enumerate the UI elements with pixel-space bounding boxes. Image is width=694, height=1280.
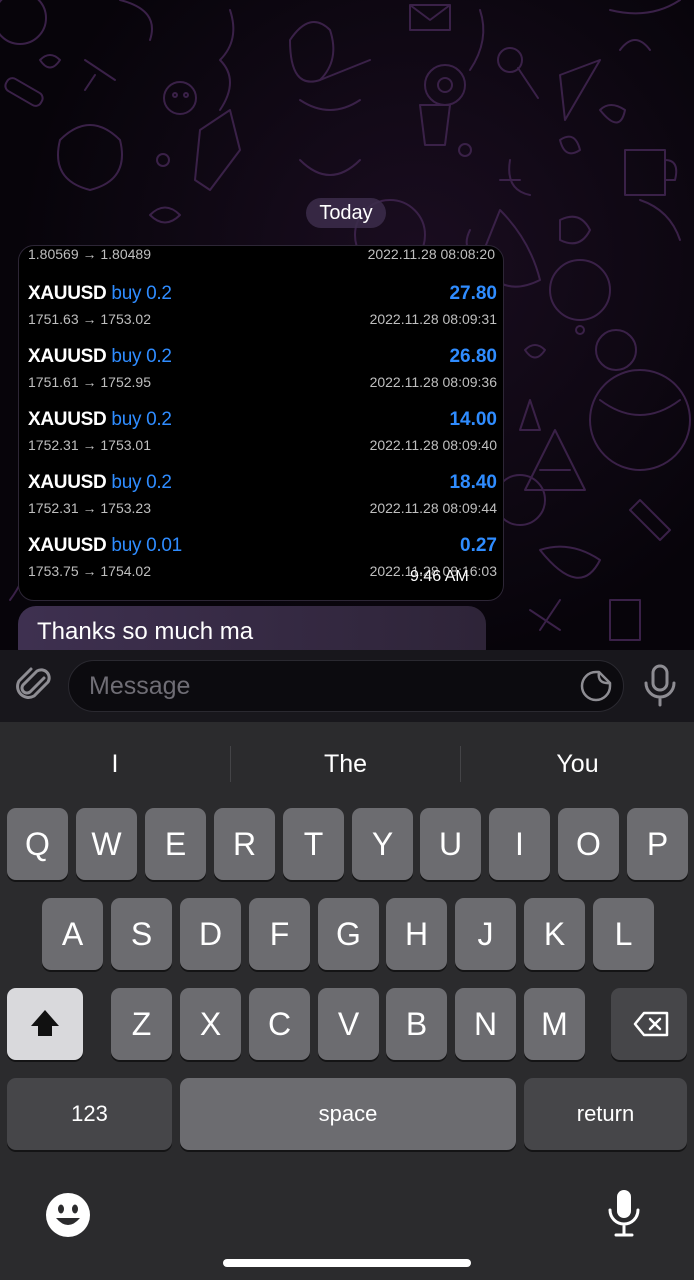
microphone-icon[interactable] (606, 1188, 642, 1240)
trade-prices: 1.80569 → 1.80489 (28, 246, 151, 262)
trade-profit: 26.80 (449, 346, 497, 367)
paperclip-icon[interactable] (14, 664, 56, 706)
trade-prices: 1753.75 → 1754.02 (28, 563, 151, 579)
trade-row: XAUUSD buy 0.2 14.00 1752.31 → 1753.01 2… (19, 409, 503, 467)
key-l[interactable]: L (593, 898, 654, 970)
key-b[interactable]: B (386, 988, 447, 1060)
trade-side: buy 0.2 (111, 346, 172, 367)
trade-time: 2022.11.28 08:09:36 (369, 374, 497, 390)
sticker-icon[interactable] (579, 669, 613, 703)
trade-prices: 1752.31 → 1753.23 (28, 500, 151, 516)
chat-area: Today 1.80569 → 1.80489 2022.11.28 08:08… (0, 0, 694, 650)
message-input-bar (0, 650, 694, 722)
trade-prices: 1751.63 → 1753.02 (28, 311, 151, 327)
text-message-bubble[interactable]: Thanks so much ma (18, 606, 486, 650)
trade-symbol: XAUUSD (28, 535, 107, 556)
message-field[interactable] (68, 660, 624, 712)
trade-profit: 27.80 (449, 283, 497, 304)
suggestion-bar: I The You (0, 740, 694, 788)
trade-symbol: XAUUSD (28, 409, 107, 430)
trade-row: XAUUSD buy 0.2 27.80 1751.63 → 1753.02 2… (19, 283, 503, 341)
date-separator: Today (306, 198, 386, 228)
message-text: Thanks so much ma (37, 618, 254, 645)
suggestion-item[interactable]: The (231, 740, 460, 788)
key-x[interactable]: X (180, 988, 241, 1060)
key-e[interactable]: E (145, 808, 206, 880)
trade-side: buy 0.2 (111, 283, 172, 304)
delete-key[interactable] (611, 988, 687, 1060)
microphone-icon[interactable] (638, 663, 682, 709)
trade-side: buy 0.2 (111, 472, 172, 493)
shift-key[interactable] (7, 988, 83, 1060)
key-g[interactable]: G (318, 898, 379, 970)
key-n[interactable]: N (455, 988, 516, 1060)
key-f[interactable]: F (249, 898, 310, 970)
trade-profit: 14.00 (449, 409, 497, 430)
trade-screenshot-message[interactable]: 1.80569 → 1.80489 2022.11.28 08:08:20 XA… (18, 245, 504, 601)
key-p[interactable]: P (627, 808, 688, 880)
key-k[interactable]: K (524, 898, 585, 970)
suggestion-item[interactable]: I (0, 740, 230, 788)
key-d[interactable]: D (180, 898, 241, 970)
key-v[interactable]: V (318, 988, 379, 1060)
key-j[interactable]: J (455, 898, 516, 970)
trade-symbol: XAUUSD (28, 346, 107, 367)
key-z[interactable]: Z (111, 988, 172, 1060)
key-r[interactable]: R (214, 808, 275, 880)
trade-row: XAUUSD buy 0.2 26.80 1751.61 → 1752.95 2… (19, 346, 503, 404)
key-w[interactable]: W (76, 808, 137, 880)
key-q[interactable]: Q (7, 808, 68, 880)
key-u[interactable]: U (420, 808, 481, 880)
trade-side: buy 0.01 (111, 535, 182, 556)
return-key[interactable]: return (524, 1078, 687, 1150)
key-t[interactable]: T (283, 808, 344, 880)
trade-profit: 18.40 (449, 472, 497, 493)
trade-time: 2022.11.28 08:09:31 (369, 311, 497, 327)
keyboard: I The You Q W E R T Y U I O P A S D F G … (0, 722, 694, 1280)
key-a[interactable]: A (42, 898, 103, 970)
backspace-icon (633, 1011, 669, 1037)
trade-symbol: XAUUSD (28, 283, 107, 304)
trade-profit: 0.27 (460, 535, 497, 556)
emoji-icon[interactable] (45, 1192, 91, 1238)
key-s[interactable]: S (111, 898, 172, 970)
numbers-key[interactable]: 123 (7, 1078, 172, 1150)
message-timestamp: 9:46 AM (410, 568, 469, 585)
trade-time: 2022.11.28 08:08:20 (367, 246, 495, 262)
trade-side: buy 0.2 (111, 409, 172, 430)
home-indicator[interactable] (223, 1259, 471, 1267)
trade-prices: 1751.61 → 1752.95 (28, 374, 151, 390)
key-c[interactable]: C (249, 988, 310, 1060)
key-h[interactable]: H (386, 898, 447, 970)
key-m[interactable]: M (524, 988, 585, 1060)
shift-arrow-icon (31, 1010, 59, 1036)
key-y[interactable]: Y (352, 808, 413, 880)
trade-symbol: XAUUSD (28, 472, 107, 493)
key-i[interactable]: I (489, 808, 550, 880)
message-input[interactable] (89, 661, 569, 711)
space-key[interactable]: space (180, 1078, 516, 1150)
trade-time: 2022.11.28 08:09:40 (369, 437, 497, 453)
trade-row: XAUUSD buy 0.2 18.40 1752.31 → 1753.23 2… (19, 472, 503, 530)
trade-time: 2022.11.28 08:09:44 (369, 500, 497, 516)
key-o[interactable]: O (558, 808, 619, 880)
suggestion-item[interactable]: You (461, 740, 694, 788)
trade-prices: 1752.31 → 1753.01 (28, 437, 151, 453)
